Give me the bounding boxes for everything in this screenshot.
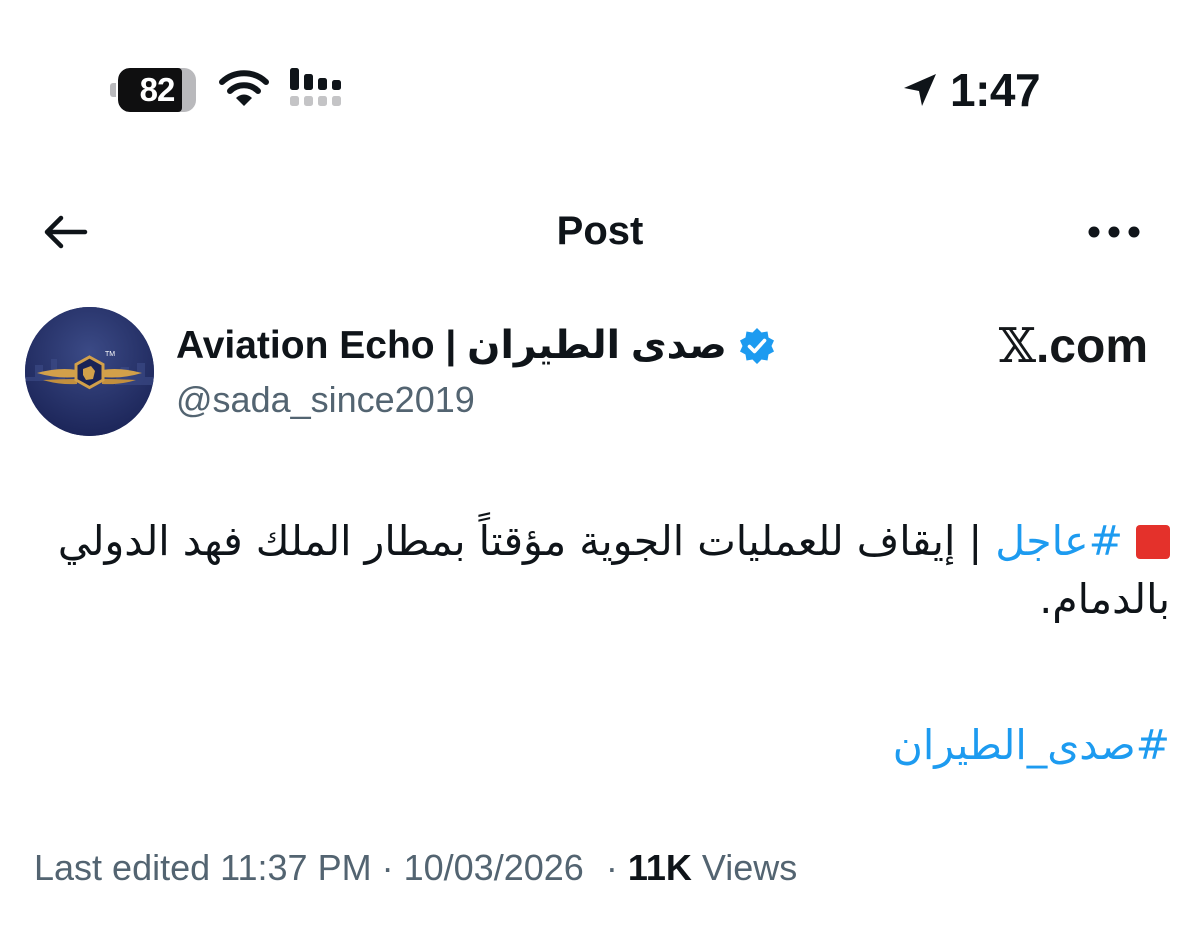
edited-label[interactable]: Last edited [34, 847, 210, 888]
post-text: #عاجل | إيقاف للعمليات الجوية مؤقتاً بمط… [50, 512, 1170, 628]
hashtag-link[interactable]: #صدى_الطيران [893, 721, 1170, 769]
cellular-signal-icon [290, 68, 341, 106]
aviation-echo-logo: TM [25, 307, 154, 436]
x-logo-icon: 𝕏 [998, 318, 1036, 374]
arrow-left-icon [44, 215, 88, 249]
battery-icon: 82 [110, 68, 196, 112]
post-time[interactable]: 11:37 PM [220, 847, 371, 888]
hashtag-link[interactable]: #عاجل [995, 517, 1123, 565]
post-hashtag-line: #صدى_الطيران [50, 716, 1170, 774]
page-title: Post [556, 209, 644, 253]
back-button[interactable] [30, 206, 98, 258]
post-meta: Last edited 11:37 PM · 10/03/2026 · 11K … [34, 840, 797, 896]
status-time: 1:47 [950, 64, 1041, 116]
battery-percent: 82 [139, 71, 176, 108]
meta-dot: · [381, 847, 394, 888]
views-count[interactable]: 11K [628, 847, 692, 888]
watermark-domain: .com [1035, 320, 1148, 373]
avatar-tm-mark: TM [105, 351, 115, 358]
wifi-icon [219, 70, 269, 106]
more-horizontal-icon [1088, 226, 1140, 238]
more-options-button[interactable] [1080, 206, 1148, 258]
location-arrow-icon [904, 74, 936, 106]
verified-badge-icon [739, 328, 774, 364]
x-com-watermark: 𝕏.com [930, 318, 1148, 375]
post-date[interactable]: 10/03/2026 [404, 847, 584, 888]
red-square-icon [1136, 525, 1170, 559]
user-handle[interactable]: @sada_since2019 [176, 376, 475, 424]
post-separator: | [955, 517, 996, 565]
display-name-row[interactable]: Aviation Echo | صدى الطيران [176, 318, 777, 374]
meta-dot: · [605, 847, 618, 888]
views-label[interactable]: Views [702, 847, 797, 888]
avatar[interactable]: TM [25, 307, 154, 436]
display-name[interactable]: Aviation Echo | صدى الطيران [176, 318, 727, 374]
